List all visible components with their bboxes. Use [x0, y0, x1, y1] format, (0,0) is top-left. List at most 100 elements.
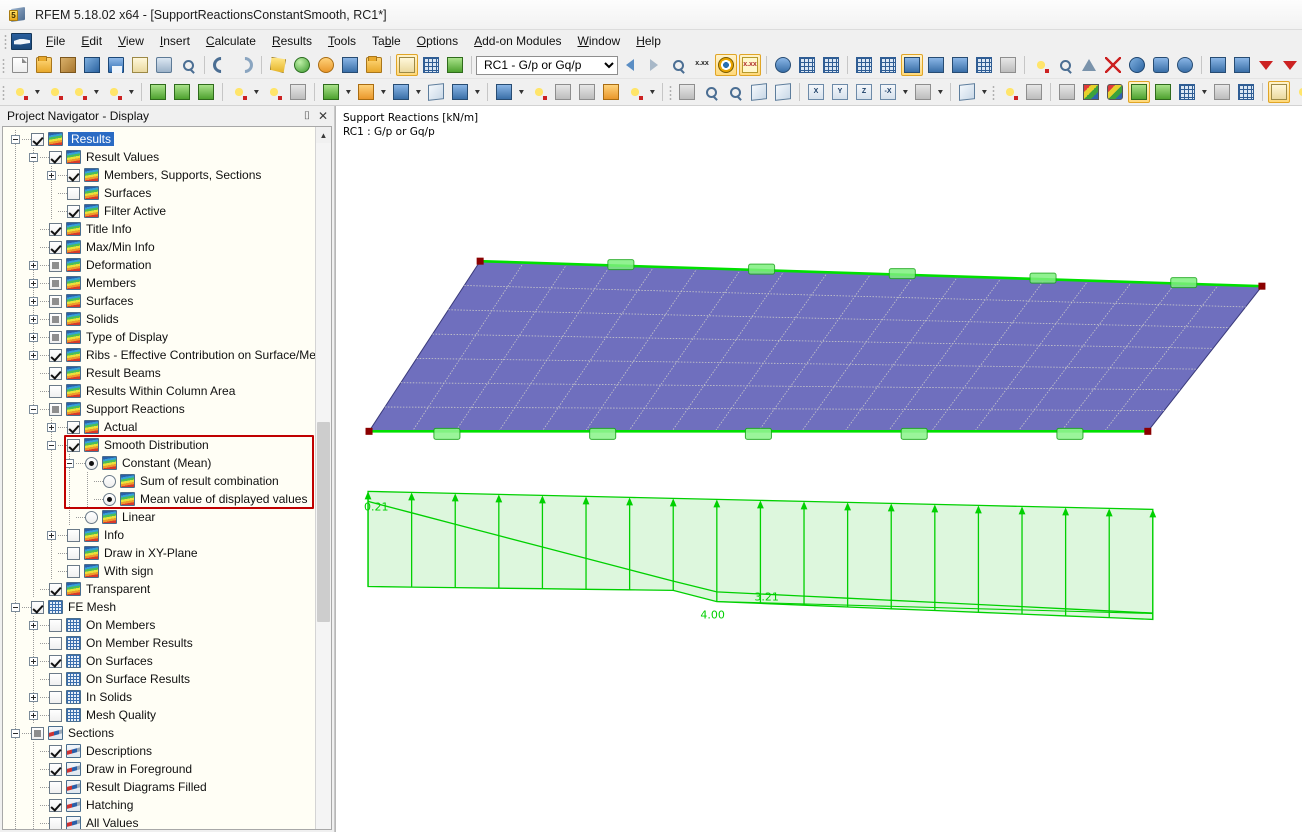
glasses-button[interactable] [772, 54, 794, 76]
printout-button[interactable] [1268, 81, 1290, 103]
coord-system-3-button[interactable] [949, 54, 971, 76]
support-results-button[interactable] [796, 54, 818, 76]
toolbar-grip-4[interactable] [990, 84, 997, 100]
support-reactions-button[interactable] [820, 54, 842, 76]
smooth-button[interactable] [1152, 81, 1174, 103]
relations-button[interactable] [1174, 54, 1196, 76]
tree-expander-minus-icon[interactable] [63, 454, 76, 472]
tree-item-draw-in-foreground[interactable]: Draw in Foreground [3, 760, 315, 778]
rfem-menu-logo-icon[interactable] [11, 32, 32, 50]
tree-expander-minus-icon[interactable] [45, 436, 58, 454]
tree-checkbox-checked[interactable] [67, 438, 80, 452]
tree-item-actual[interactable]: Actual [3, 418, 315, 436]
mirror-plane-button[interactable] [1078, 54, 1100, 76]
table-view-button[interactable] [396, 54, 418, 76]
tree-radio-selected[interactable] [103, 492, 116, 506]
menu-view[interactable]: View [110, 32, 152, 50]
new-node-dropdown[interactable] [32, 81, 43, 103]
dimension-button[interactable] [997, 54, 1019, 76]
new-surface-button[interactable] [147, 81, 169, 103]
tree-item-mean-value-of-displayed-values[interactable]: Mean value of displayed values [3, 490, 315, 508]
panels-button[interactable] [1176, 81, 1198, 103]
print-preview-button[interactable] [177, 54, 199, 76]
tree-item-result-values[interactable]: Result Values [3, 148, 315, 166]
new-dim-line-button[interactable] [68, 81, 90, 103]
support-reaction-display-button[interactable] [1128, 81, 1150, 103]
cross-snap-button[interactable] [1102, 54, 1124, 76]
tree-checkbox-checked[interactable] [67, 420, 80, 434]
menu-grip[interactable] [2, 33, 9, 49]
tree-checkbox-checked[interactable] [49, 222, 62, 236]
member-results-button[interactable] [999, 81, 1021, 103]
tree-expander-minus-icon[interactable] [27, 148, 40, 166]
tree-item-max-min-info[interactable]: Max/Min Info [3, 238, 315, 256]
tree-checkbox-checked[interactable] [49, 366, 62, 380]
tree-item-mesh-quality[interactable]: Mesh Quality [3, 706, 315, 724]
tree-expander-plus-icon[interactable] [27, 346, 40, 364]
value-axis-button[interactable]: x.xx [691, 54, 713, 76]
tree-checkbox-unchecked[interactable] [49, 384, 62, 398]
tree-item-all-values[interactable]: All Values [3, 814, 315, 829]
grid-snap-button[interactable] [973, 54, 995, 76]
tree-item-with-sign[interactable]: With sign [3, 562, 315, 580]
tree-expander-plus-icon[interactable] [27, 616, 40, 634]
tree-item-descriptions[interactable]: Descriptions [3, 742, 315, 760]
menu-tools[interactable]: Tools [320, 32, 364, 50]
menu-addon-modules[interactable]: Add-on Modules [466, 32, 569, 50]
menu-window[interactable]: Window [570, 32, 629, 50]
export-dxf-button[interactable] [1231, 54, 1253, 76]
deformation-button[interactable] [1056, 81, 1078, 103]
coord-system-button[interactable] [901, 54, 923, 76]
tree-expander-plus-icon[interactable] [27, 292, 40, 310]
new-free-load-button[interactable] [576, 81, 598, 103]
redo-button[interactable] [233, 53, 257, 77]
new-imperfection-button[interactable] [600, 81, 622, 103]
tree-item-linear[interactable]: Linear [3, 508, 315, 526]
result-sphere-button[interactable] [1104, 81, 1126, 103]
result-diagram-button[interactable] [1023, 81, 1045, 103]
undo-button[interactable] [209, 53, 233, 77]
tree-expander-plus-icon[interactable] [27, 688, 40, 706]
tree-item-result-diagrams-filled[interactable]: Result Diagrams Filled [3, 778, 315, 796]
new-line-load-button[interactable] [552, 81, 574, 103]
render-mode-dropdown[interactable] [935, 81, 946, 103]
tree-checkbox-unchecked[interactable] [67, 186, 80, 200]
tree-checkbox-unchecked[interactable] [49, 636, 62, 650]
new-nodal-support-dropdown[interactable] [343, 81, 354, 103]
save-button[interactable] [105, 54, 127, 76]
zoom-out-button[interactable] [724, 81, 746, 103]
save-as-button[interactable] [81, 54, 103, 76]
new-solid-button[interactable] [195, 81, 217, 103]
tree-item-transparent[interactable]: Transparent [3, 580, 315, 598]
mesh-points-button[interactable] [877, 54, 899, 76]
tree-item-members-supports-sections[interactable]: Members, Supports, Sections [3, 166, 315, 184]
new-line-support-dropdown[interactable] [378, 81, 389, 103]
tree-expander-plus-icon[interactable] [27, 652, 40, 670]
tree-checkbox-unchecked[interactable] [67, 546, 80, 560]
node-snap-button[interactable] [291, 54, 313, 76]
new-member-button[interactable] [228, 81, 250, 103]
new-line-button[interactable] [44, 81, 66, 103]
tree-item-smooth-distribution[interactable]: Smooth Distribution [3, 436, 315, 454]
tree-radio-unselected[interactable] [85, 510, 98, 524]
tree-item-sum-of-result-combination[interactable]: Sum of result combination [3, 472, 315, 490]
tree-checkbox-partial[interactable] [49, 312, 62, 326]
pin-icon[interactable]: ⌷ [299, 108, 315, 124]
menu-options[interactable]: Options [409, 32, 466, 50]
toolbar-grip-3[interactable] [667, 84, 674, 100]
tree-checkbox-partial[interactable] [49, 330, 62, 344]
tree-item-on-members[interactable]: On Members [3, 616, 315, 634]
tree-item-support-reactions[interactable]: Support Reactions [3, 400, 315, 418]
tree-expander-plus-icon[interactable] [27, 706, 40, 724]
import-button[interactable] [444, 54, 466, 76]
import-dxf-button[interactable] [1207, 54, 1229, 76]
tree-expander-plus-icon[interactable] [45, 166, 58, 184]
section-button[interactable] [1211, 81, 1233, 103]
new-file-button[interactable] [9, 54, 31, 76]
info-button[interactable] [1126, 54, 1148, 76]
insert-red2-button[interactable] [1279, 54, 1301, 76]
mirror-button[interactable] [1054, 54, 1076, 76]
solid-render-button[interactable] [956, 81, 978, 103]
tree-item-ribs-effective-contribution-on-surface-me[interactable]: Ribs - Effective Contribution on Surface… [3, 346, 315, 364]
tree-expander-plus-icon[interactable] [27, 274, 40, 292]
